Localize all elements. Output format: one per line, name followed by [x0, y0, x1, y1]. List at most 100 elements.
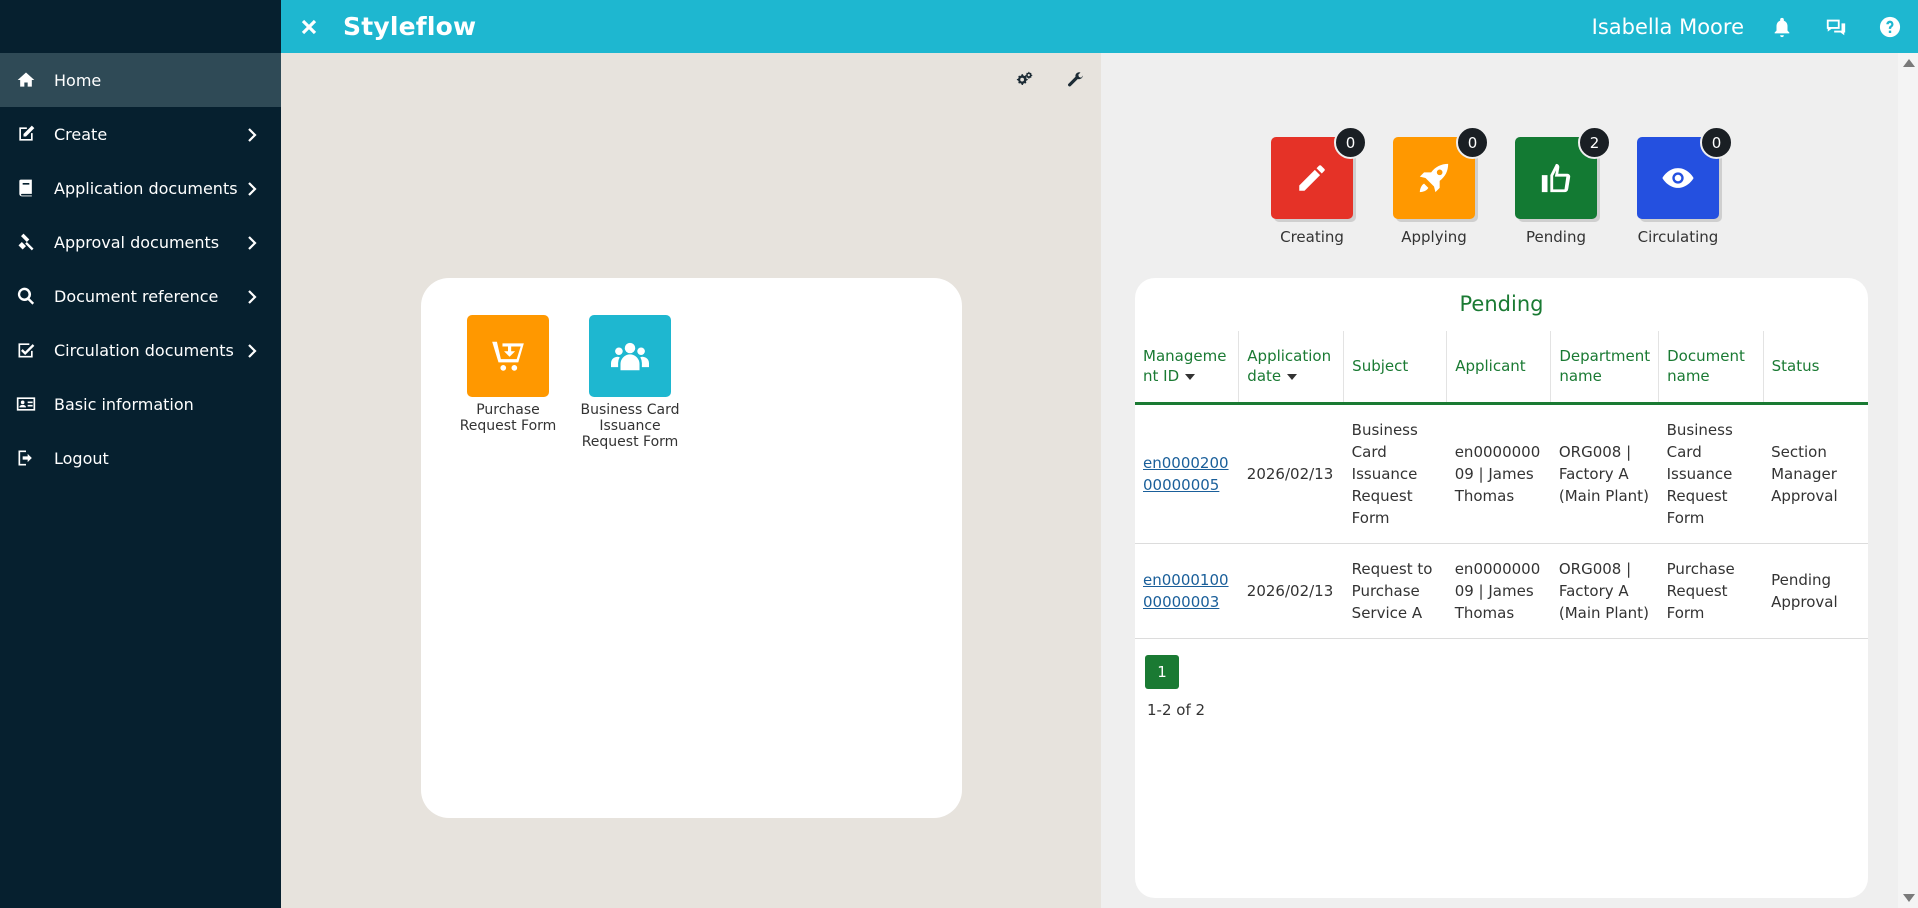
close-icon[interactable]: [299, 17, 319, 37]
cell-document-name: Business Card Issuance Request Form: [1658, 403, 1764, 544]
column-header-application-date[interactable]: Application date: [1238, 331, 1344, 405]
chevron-right-icon: [245, 343, 259, 358]
cell-department: ORG008 | Factory A (Main Plant): [1550, 543, 1659, 639]
cell-management-id: en000020000000005: [1135, 403, 1239, 544]
column-header-label: Document name: [1667, 347, 1745, 386]
status-tile-label: Creating: [1280, 228, 1344, 246]
form-tile-purchase-request[interactable]: Purchase Request Form: [447, 315, 569, 434]
sidebar-item-label: Basic information: [54, 394, 194, 414]
sidebar-item-circulation-documents[interactable]: Circulation documents: [0, 323, 281, 377]
pending-card: Pending Manageme nt ID Application date …: [1135, 278, 1868, 898]
status-count-badge: 2: [1578, 126, 1611, 159]
sidebar-item-basic-information[interactable]: Basic information: [0, 377, 281, 431]
page-button-current[interactable]: 1: [1145, 654, 1179, 689]
status-tile-box: 0: [1271, 126, 1367, 219]
management-id-link[interactable]: en000020000000005: [1143, 454, 1229, 494]
cart-icon: [467, 315, 549, 397]
logout-icon: [14, 448, 38, 468]
column-header-status: Status: [1762, 331, 1868, 405]
dashboard-panel: 0 Creating 0 Applying 2 Pending 0 Circul…: [1101, 53, 1898, 908]
edit-icon: [14, 124, 38, 144]
column-header-department: Department name: [1550, 331, 1659, 405]
pagination: 1: [1145, 654, 1868, 689]
status-count-badge: 0: [1700, 126, 1733, 159]
sidebar-item-application-documents[interactable]: Application documents: [0, 161, 281, 215]
status-tile-box: 0: [1393, 126, 1489, 219]
chevron-right-icon: [245, 289, 259, 304]
user-name[interactable]: Isabella Moore: [1592, 15, 1744, 39]
status-tile-label: Applying: [1401, 228, 1467, 246]
pending-table: Manageme nt ID Application date Subject …: [1135, 331, 1868, 639]
column-header-management-id[interactable]: Manageme nt ID: [1135, 331, 1239, 405]
status-count-badge: 0: [1334, 126, 1367, 159]
chat-icon[interactable]: [1824, 15, 1848, 39]
management-id-link[interactable]: en000010000000003: [1143, 571, 1229, 611]
table-row: en000010000000003 2026/02/13 Request to …: [1135, 543, 1868, 639]
sidebar-item-label: Application documents: [54, 178, 238, 198]
gavel-icon: [14, 232, 38, 252]
column-header-label: Department name: [1559, 347, 1651, 386]
chevron-right-icon: [245, 181, 259, 196]
cell-application-date: 2026/02/13: [1238, 403, 1344, 544]
home-icon: [14, 70, 38, 90]
id-card-icon: [14, 394, 38, 414]
sidebar-item-label: Logout: [54, 448, 109, 468]
forms-panel: Purchase Request Form Business Card Issu…: [281, 53, 1101, 908]
status-tile-label: Pending: [1526, 228, 1586, 246]
status-count-badge: 0: [1456, 126, 1489, 159]
status-tile-applying[interactable]: 0 Applying: [1393, 126, 1489, 246]
sidebar: Home Create Application documents Approv…: [0, 0, 281, 908]
vertical-scrollbar[interactable]: [1898, 53, 1918, 908]
cell-application-date: 2026/02/13: [1238, 543, 1344, 639]
column-header-applicant: Applicant: [1446, 331, 1551, 405]
table-header-row: Manageme nt ID Application date Subject …: [1135, 331, 1868, 405]
chevron-right-icon: [245, 235, 259, 250]
cell-subject: Business Card Issuance Request Form: [1343, 403, 1447, 544]
status-tile-label: Circulating: [1637, 228, 1719, 246]
form-tile-business-card[interactable]: Business Card Issuance Request Form: [569, 315, 691, 450]
forms-card: Purchase Request Form Business Card Issu…: [421, 278, 962, 818]
pencil-icon: [1299, 165, 1325, 191]
wrench-icon[interactable]: [1065, 69, 1087, 91]
sidebar-item-label: Home: [54, 70, 102, 90]
app-brand: Styleflow: [343, 12, 477, 41]
status-tile-box: 2: [1515, 126, 1611, 219]
gears-icon[interactable]: [1013, 69, 1035, 91]
sidebar-top: [0, 0, 281, 53]
sort-down-icon: [1185, 373, 1196, 380]
form-tile-label: Business Card Issuance Request Form: [580, 402, 680, 450]
search-icon: [14, 286, 38, 306]
sidebar-item-label: Approval documents: [54, 232, 220, 252]
cell-status: Section Manager Approval: [1763, 403, 1868, 544]
sidebar-item-logout[interactable]: Logout: [0, 431, 281, 485]
sidebar-item-home[interactable]: Home: [0, 53, 281, 107]
status-tile-circulating[interactable]: 0 Circulating: [1637, 126, 1733, 246]
form-tile-label: Purchase Request Form: [459, 402, 557, 434]
bell-icon[interactable]: [1770, 15, 1794, 39]
table-row: en000020000000005 2026/02/13 Business Ca…: [1135, 403, 1868, 544]
status-tile-box: 0: [1637, 126, 1733, 219]
panel-tools: [1013, 69, 1087, 91]
sidebar-item-label: Document reference: [54, 286, 219, 306]
status-tiles: 0 Creating 0 Applying 2 Pending 0 Circul…: [1271, 126, 1733, 246]
status-tile-pending[interactable]: 2 Pending: [1515, 126, 1611, 246]
cell-department: ORG008 | Factory A (Main Plant): [1550, 403, 1659, 544]
rocket-icon: [1419, 163, 1449, 193]
pending-title: Pending: [1459, 292, 1544, 316]
sidebar-item-approval-documents[interactable]: Approval documents: [0, 215, 281, 269]
column-header-document-name: Document name: [1658, 331, 1764, 405]
scroll-up-icon[interactable]: [1903, 59, 1915, 67]
help-icon[interactable]: [1878, 15, 1902, 39]
thumbs-up-icon: [1541, 163, 1571, 193]
sidebar-item-document-reference[interactable]: Document reference: [0, 269, 281, 323]
scroll-down-icon[interactable]: [1903, 894, 1915, 902]
sidebar-item-create[interactable]: Create: [0, 107, 281, 161]
sidebar-item-label: Circulation documents: [54, 340, 234, 360]
cell-applicant: en000000009 | James Thomas: [1446, 403, 1551, 544]
cell-applicant: en000000009 | James Thomas: [1446, 543, 1551, 639]
book-icon: [14, 178, 38, 198]
sidebar-item-label: Create: [54, 124, 108, 144]
sort-down-icon: [1287, 373, 1298, 380]
column-header-label: Subject: [1352, 357, 1409, 376]
status-tile-creating[interactable]: 0 Creating: [1271, 126, 1367, 246]
